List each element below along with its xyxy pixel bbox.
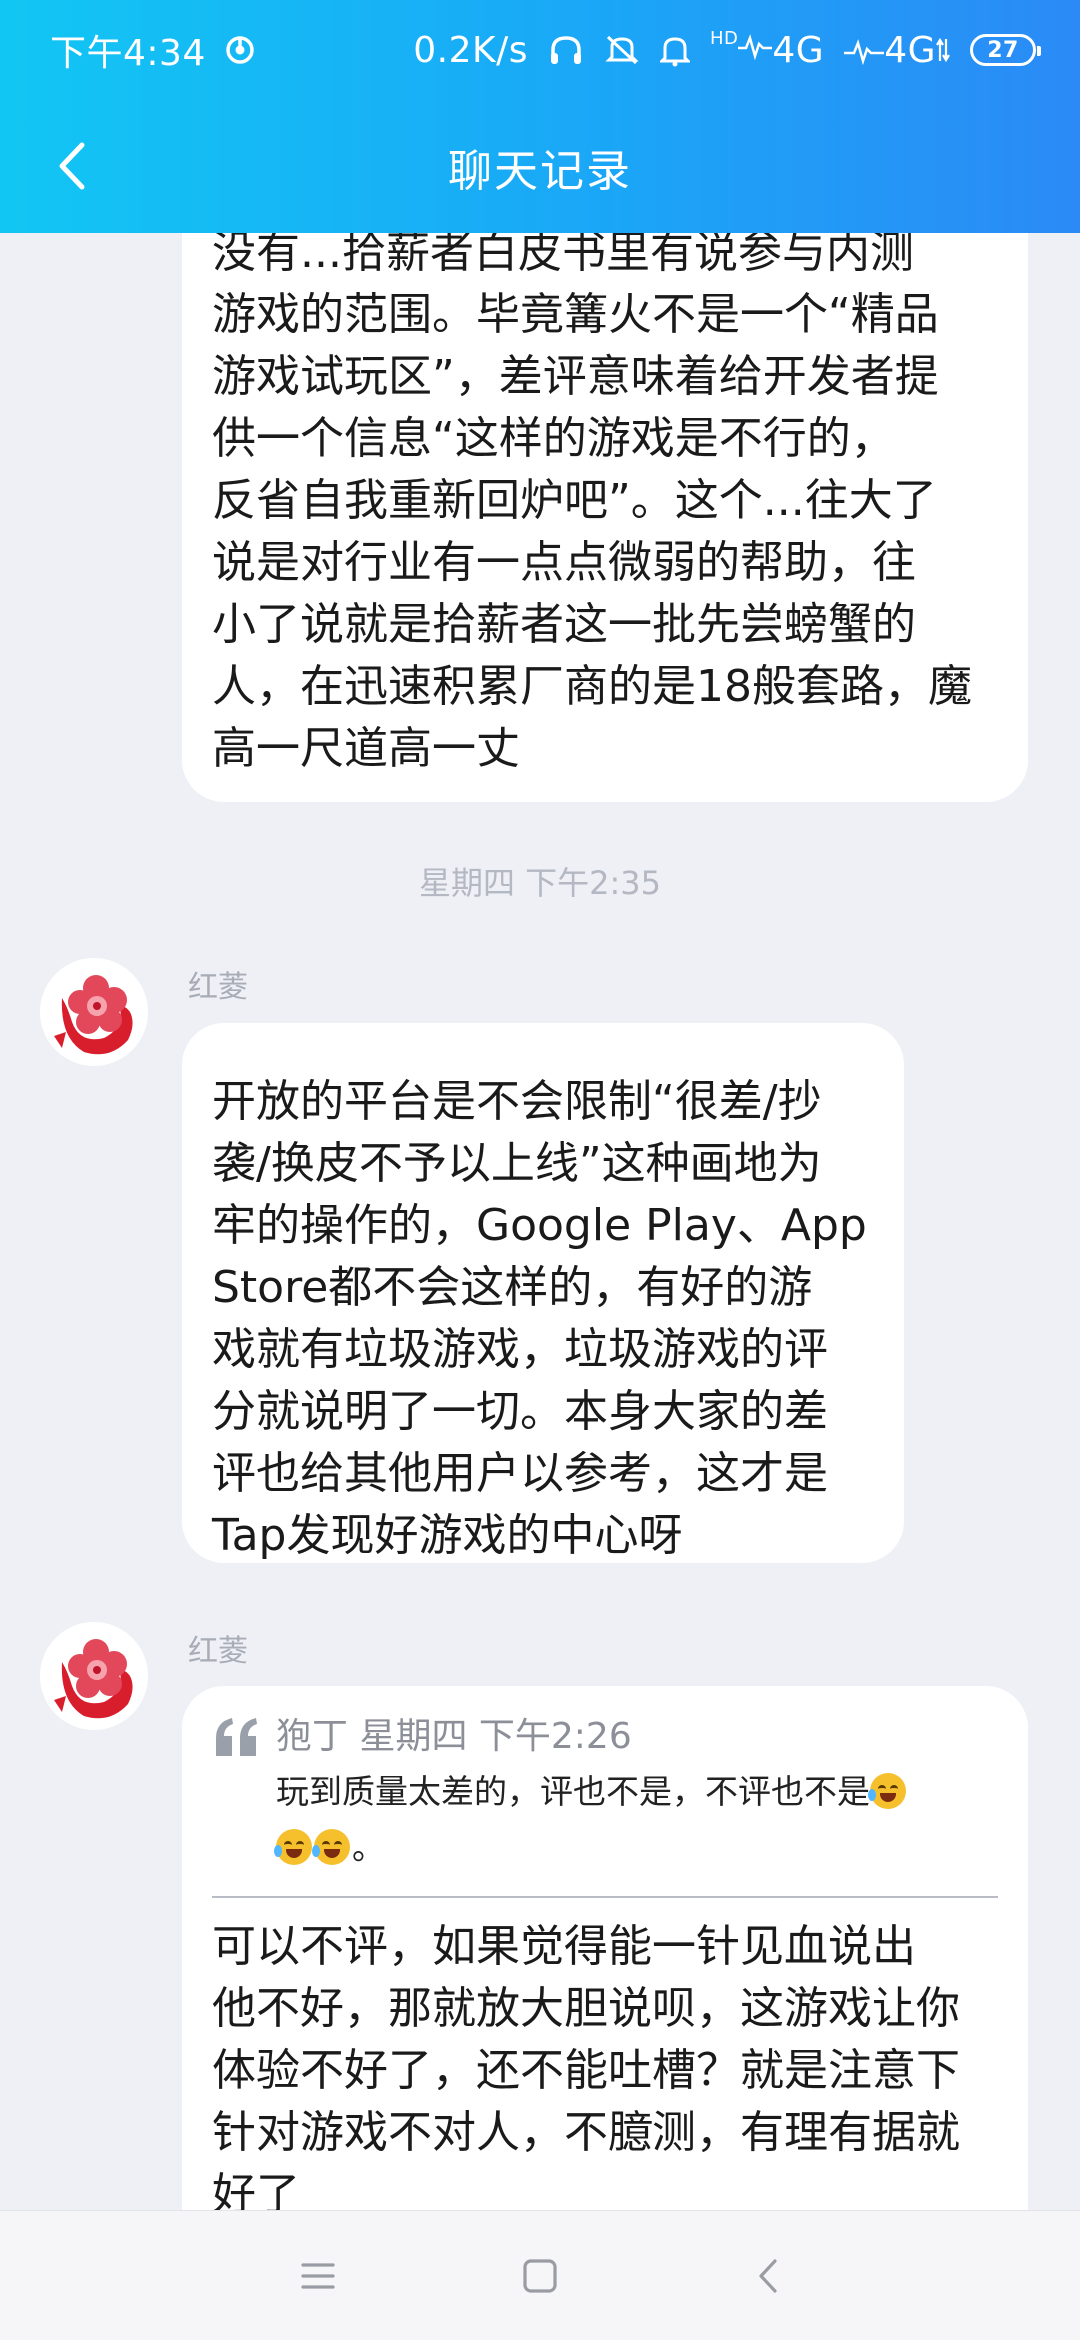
message-line: 袭/换皮不予以上线”这种画地为	[212, 1138, 822, 1189]
avatar[interactable]	[40, 958, 148, 1066]
quoted-message[interactable]: 狍丁 星期四 下午2:26 玩到质量太差的，评也不是，不评也不是 。	[212, 1710, 998, 1886]
message-line: 牢的操作的，Google Play、App	[212, 1200, 867, 1251]
sender-name: 红菱	[188, 970, 248, 1005]
message-timestamp: 星期四 下午2:35	[418, 864, 662, 902]
quote-text-line: 玩到质量太差的，评也不是，不评也不是	[276, 1772, 870, 1811]
net-speed: 0.2K/s	[413, 29, 528, 71]
back-button[interactable]	[36, 130, 108, 202]
nav-back-icon	[759, 2259, 777, 2293]
message-line: 小了说就是拾薪者这一批先尝螃蟹的	[212, 599, 916, 650]
message-line: 好了	[212, 2169, 300, 2210]
message-line: 游戏试玩区”，差评意味着给开发者提	[212, 351, 939, 402]
home-square-icon	[523, 2259, 557, 2293]
hd-label: HD	[709, 27, 739, 49]
system-nav-bar	[0, 2210, 1080, 2340]
flower-avatar-icon	[40, 1622, 148, 1730]
message-bubble[interactable]: 开放的平台是不会限制“很差/抄 袭/换皮不予以上线”这种画地为 牢的操作的，Go…	[182, 1023, 904, 1563]
sender-name: 红菱	[188, 1634, 248, 1669]
nav-menu-button[interactable]	[283, 2241, 353, 2311]
app-notification-icon	[224, 34, 256, 66]
network-type-1: 4G	[772, 29, 825, 71]
message-line: 人，在迅速积累厂商的是18般套路，魔	[212, 661, 972, 712]
signal-wave-icon	[738, 33, 773, 60]
message-line: 针对游戏不对人，不臆测，有理有据就	[212, 2107, 960, 2158]
message-line: Tap发现好游戏的中心呀	[212, 1510, 683, 1561]
message-line: 高一尺道高一丈	[212, 723, 520, 774]
message-line: 反省自我重新回炉吧”。这个...往大了	[212, 475, 937, 526]
message-bubble[interactable]: 没有...拾薪者白皮书里有说参与内测 游戏的范围。毕竟篝火不是一个“精品 游戏试…	[182, 170, 1028, 802]
mute-bell-icon	[604, 33, 640, 67]
status-time: 下午4:34	[50, 33, 206, 74]
flower-avatar-icon	[40, 958, 148, 1066]
title-bar: 聊天记录	[0, 100, 1080, 233]
alarm-bell-icon	[659, 33, 690, 67]
chevron-left-icon	[59, 142, 85, 190]
message-bubble[interactable]: 狍丁 星期四 下午2:26 玩到质量太差的，评也不是，不评也不是 。 可以不评，…	[182, 1686, 1028, 2210]
message-line: 游戏的范围。毕竟篝火不是一个“精品	[212, 289, 939, 340]
headphones-icon	[548, 34, 584, 66]
message-line: 开放的平台是不会限制“很差/抄	[212, 1076, 822, 1127]
message-line: 体验不好了，还不能吐槽？就是注意下	[212, 2045, 960, 2096]
avatar[interactable]	[40, 1622, 148, 1730]
message-line: 评也给其他用户以参考，这才是	[212, 1448, 828, 1499]
status-bar: 下午4:34 0.2K/s HD 4G 4G 27	[0, 0, 1080, 100]
quote-mark-icon	[216, 1718, 257, 1756]
quote-divider	[212, 1896, 998, 1898]
message-line: 戏就有垃圾游戏，垃圾游戏的评	[212, 1324, 828, 1375]
data-arrows-icon	[936, 37, 950, 63]
signal-group-2: 4G	[844, 30, 950, 71]
quote-author-time: 狍丁 星期四 下午2:26	[276, 1716, 632, 1757]
menu-icon	[301, 2263, 335, 2289]
message-line: 供一个信息“这样的游戏是不行的，	[212, 413, 895, 464]
page-title: 聊天记录	[448, 145, 632, 197]
message-line: 可以不评，如果觉得能一针见血说出	[212, 1921, 916, 1972]
network-type-2: 4G	[884, 29, 936, 71]
battery-indicator: 27	[970, 34, 1041, 66]
quote-text: 玩到质量太差的，评也不是，不评也不是 。	[274, 1764, 998, 1876]
nav-back-button[interactable]	[733, 2241, 803, 2311]
quote-text-tail: 。	[352, 1828, 385, 1867]
message-line: Store都不会这样的，有好的游	[212, 1262, 813, 1313]
tears-of-joy-emoji-icon	[312, 1829, 350, 1865]
tears-of-joy-emoji-icon	[274, 1829, 312, 1865]
message-line: 说是对行业有一点点微弱的帮助，往	[212, 537, 916, 588]
signal-group-1: HD 4G	[709, 27, 825, 71]
chat-history[interactable]: 没有...拾薪者白皮书里有说参与内测 游戏的范围。毕竟篝火不是一个“精品 游戏试…	[0, 0, 1080, 2210]
message-line: 他不好，那就放大胆说呗，这游戏让你	[212, 1983, 960, 2034]
nav-home-button[interactable]	[505, 2241, 575, 2311]
message-line: 分就说明了一切。本身大家的差	[212, 1386, 828, 1437]
tears-of-joy-emoji-icon	[868, 1773, 906, 1809]
app-header: 下午4:34 0.2K/s HD 4G 4G 27 聊天记录	[0, 0, 1080, 233]
signal-wave-icon	[844, 39, 885, 65]
